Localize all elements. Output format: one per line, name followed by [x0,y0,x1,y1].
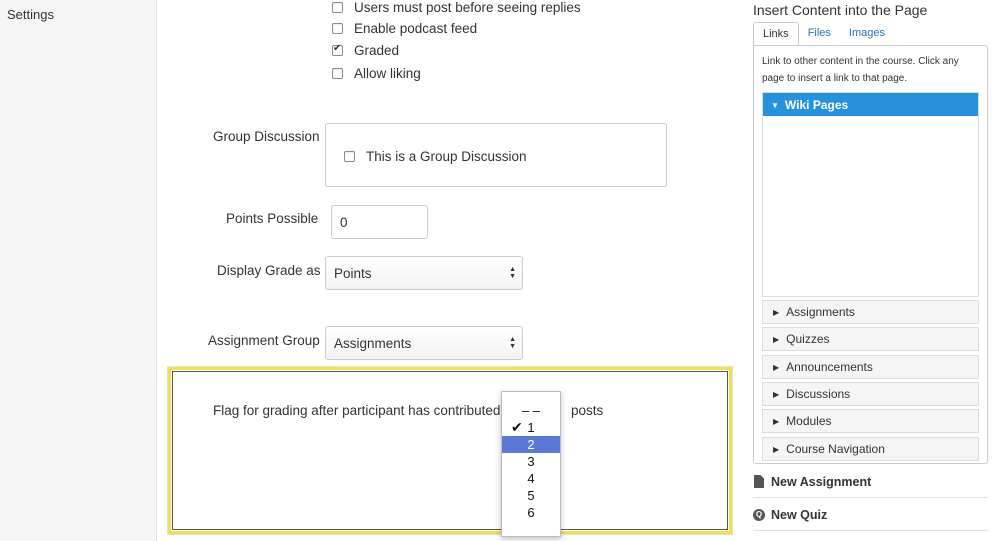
section-discussions[interactable]: ▶ Discussions [762,382,979,406]
assignment-group-select[interactable]: Assignments ▲ ▼ [325,326,523,360]
select-arrows-icon: ▲ ▼ [509,336,516,350]
nav-item-settings[interactable]: Settings [7,7,54,22]
select-value: Points [334,266,372,281]
option-label: Allow liking [354,66,421,81]
option-users-must-post[interactable]: Users must post before seeing replies [332,0,581,15]
content-sidebar: Insert Content into the Page Links Files… [744,0,999,541]
new-quiz-label: New Quiz [771,507,828,522]
display-grade-select[interactable]: Points ▲ ▼ [325,256,523,290]
post-count-dropdown[interactable]: – – ✔ 1 2 3 4 5 6 [501,391,561,537]
option-label: Users must post before seeing replies [354,0,581,15]
new-assignment-link[interactable]: New Assignment [753,466,988,498]
section-announcements[interactable]: ▶ Announcements [762,355,979,379]
option-graded[interactable]: Graded [332,43,399,58]
points-possible-label: Points Possible [226,211,319,226]
checkbox-icon[interactable] [344,151,355,162]
group-discussion-option[interactable]: This is a Group Discussion [344,149,527,164]
post-count-option-6[interactable]: 6 [502,504,560,521]
tab-files[interactable]: Files [799,22,840,46]
section-course-navigation[interactable]: ▶ Course Navigation [762,437,979,461]
posts-label: posts [571,403,604,418]
caret-down-icon: ▼ [771,101,779,110]
post-count-option-1[interactable]: 1 [502,419,560,436]
post-count-option-4[interactable]: 4 [502,470,560,487]
post-count-option-none[interactable]: – – [502,402,560,419]
points-possible-input[interactable]: 0 [331,205,428,239]
section-label: Discussions [786,387,851,401]
post-count-option-3[interactable]: 3 [502,453,560,470]
select-value: Assignments [334,336,412,351]
group-discussion-box: This is a Group Discussion [325,123,667,187]
section-assignments[interactable]: ▶ Assignments [762,300,979,324]
checkbox-icon[interactable] [332,68,343,79]
document-icon [753,475,765,489]
wiki-pages-header[interactable]: ▼ Wiki Pages [763,93,978,116]
flag-for-grading-highlight: Flag for grading after participant has c… [168,367,732,537]
section-label: Course Navigation [786,442,885,456]
caret-right-icon: ▶ [773,363,780,372]
group-discussion-label: Group Discussion [213,129,320,144]
caret-right-icon: ▶ [773,308,780,317]
wiki-pages-label: Wiki Pages [784,98,849,112]
option-label: Enable podcast feed [354,21,478,36]
option-enable-podcast[interactable]: Enable podcast feed [332,21,477,36]
option-label: This is a Group Discussion [366,149,527,164]
wiki-pages-list: ▼ Wiki Pages [762,92,979,297]
option-label: Graded [354,43,400,58]
caret-right-icon: ▶ [773,445,780,454]
sidebar-title: Insert Content into the Page [753,2,928,18]
links-panel: Link to other content in the course. Cli… [753,45,988,464]
tab-images[interactable]: Images [840,22,894,46]
post-count-option-5[interactable]: 5 [502,487,560,504]
links-hint: Link to other content in the course. Cli… [762,56,959,84]
course-nav: Settings [0,0,157,541]
section-modules[interactable]: ▶ Modules [762,409,979,433]
select-arrows-icon: ▲ ▼ [509,266,516,280]
section-label: Assignments [786,305,855,319]
checkbox-icon[interactable] [332,2,343,13]
assignment-group-label: Assignment Group [208,333,320,348]
discussion-form: Users must post before seeing replies En… [157,0,744,541]
caret-right-icon: ▶ [773,417,780,426]
flag-box-border [172,371,728,530]
display-grade-label: Display Grade as [217,263,321,278]
option-allow-liking[interactable]: Allow liking [332,66,421,81]
checkbox-icon[interactable] [332,23,343,34]
checkbox-checked-icon[interactable] [332,43,343,56]
new-quiz-link[interactable]: Q New Quiz [753,499,988,531]
post-count-option-2[interactable]: 2 [502,436,560,453]
tab-links[interactable]: Links [753,22,799,46]
quiz-icon: Q [753,508,765,522]
section-quizzes[interactable]: ▶ Quizzes [762,327,979,351]
sidebar-tabs: Links Files Images [753,22,894,46]
section-label: Quizzes [786,332,830,346]
flag-for-grading-label: Flag for grading after participant has c… [213,403,501,418]
new-assignment-label: New Assignment [771,474,872,489]
caret-right-icon: ▶ [773,335,780,344]
section-label: Announcements [786,360,873,374]
caret-right-icon: ▶ [773,390,780,399]
section-label: Modules [786,414,832,428]
